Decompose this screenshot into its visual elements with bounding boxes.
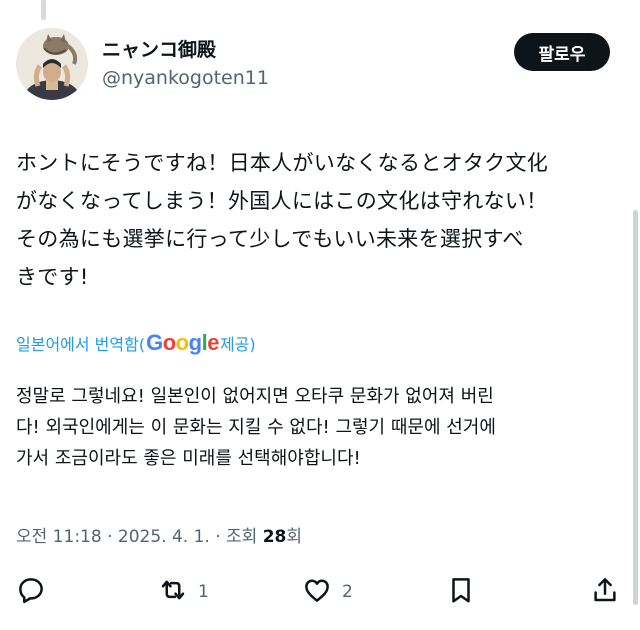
retweet-button[interactable]: 1 bbox=[158, 572, 209, 612]
heart-icon bbox=[302, 575, 332, 610]
retweet-count: 1 bbox=[198, 582, 209, 602]
view-count-suffix: 회 bbox=[286, 527, 303, 547]
like-count: 2 bbox=[342, 582, 353, 602]
translated-line: 정말로 그렇네요! 일본인이 없어지면 오타쿠 문화가 없어져 버린 bbox=[16, 386, 494, 407]
follow-button[interactable]: 팔로우 bbox=[514, 33, 610, 71]
google-letter: g bbox=[188, 330, 202, 355]
handle[interactable]: @nyankogoten11 bbox=[102, 65, 269, 91]
view-count: 28 bbox=[262, 527, 287, 547]
translated-line: 가서 조금이라도 좋은 미래를 선택해야합니다! bbox=[16, 448, 361, 469]
translated-text: 정말로 그렇네요! 일본인이 없어지면 오타쿠 문화가 없어져 버린 다! 외국… bbox=[16, 381, 624, 474]
reply-button[interactable] bbox=[16, 572, 46, 612]
google-letter: e bbox=[207, 330, 219, 355]
tweet-meta: 오전 11:18 · 2025. 4. 1. · 조회 28회 bbox=[16, 522, 302, 547]
google-logo: Google bbox=[146, 330, 219, 356]
google-letter: G bbox=[146, 330, 163, 355]
retweet-icon bbox=[158, 575, 188, 610]
translation-prefix: 일본어에서 번역함( bbox=[16, 335, 146, 354]
translated-line: 다! 외국인에게는 이 문화는 지킬 수 없다! 그렇기 때문에 선거에 bbox=[16, 417, 496, 438]
display-name[interactable]: ニャンコ御殿 bbox=[102, 38, 269, 62]
translation-notice[interactable]: 일본어에서 번역함( Google 제공) bbox=[16, 330, 256, 356]
tweet-line: きです! bbox=[16, 265, 89, 289]
google-letter: o bbox=[162, 330, 176, 355]
bookmark-icon bbox=[446, 575, 476, 610]
translation-suffix: 제공) bbox=[219, 335, 256, 354]
google-letter: o bbox=[175, 330, 189, 355]
scrollbar[interactable] bbox=[633, 210, 638, 605]
tweet-text: ホントにそうですね！日本人がいなくなるとオタク文化 がなくなってしまう！外国人に… bbox=[16, 144, 624, 296]
author-names: ニャンコ御殿 @nyankogoten11 bbox=[102, 38, 269, 91]
share-icon bbox=[590, 575, 620, 610]
like-button[interactable]: 2 bbox=[302, 572, 353, 612]
avatar[interactable] bbox=[16, 28, 88, 100]
share-button[interactable] bbox=[590, 572, 620, 612]
tweet-header: ニャンコ御殿 @nyankogoten11 팔로우 bbox=[0, 18, 640, 118]
tweet-line: ホントにそうですね！日本人がいなくなるとオタク文化 bbox=[16, 151, 549, 175]
bookmark-button[interactable] bbox=[446, 572, 476, 612]
tweet-line: その為にも選挙に行って少しでもいい未来を選択すべ bbox=[16, 227, 524, 251]
action-bar: 1 2 bbox=[0, 572, 640, 612]
reply-icon bbox=[16, 575, 46, 610]
top-divider-mark bbox=[41, 0, 46, 20]
timestamp[interactable]: 오전 11:18 · 2025. 4. 1. · 조회 bbox=[16, 527, 263, 547]
tweet-line: がなくなってしまう！外国人にはこの文化は守れない！ bbox=[16, 189, 548, 213]
